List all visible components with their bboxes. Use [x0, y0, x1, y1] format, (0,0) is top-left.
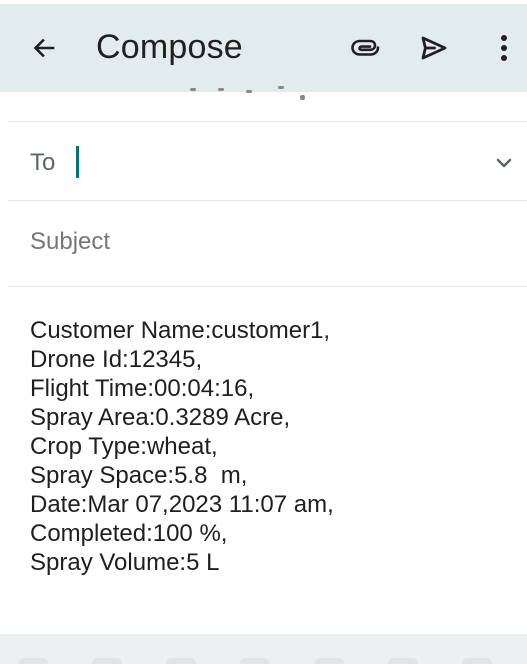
paperclip-icon [351, 39, 380, 56]
message-body[interactable]: Customer Name:customer1, Drone Id:12345,… [0, 287, 527, 634]
body-line-spray-volume: Spray Volume:5 L [30, 549, 220, 576]
message-body-text[interactable]: Customer Name:customer1, Drone Id:12345,… [30, 316, 334, 577]
top-edge [0, 0, 527, 4]
send-button[interactable] [414, 28, 454, 68]
more-vertical-icon [501, 35, 507, 61]
top-app-bar: Compose [0, 0, 527, 92]
more-options-button[interactable] [484, 28, 524, 68]
clipped-header-text [150, 86, 340, 100]
chevron-down-icon [496, 158, 512, 168]
to-input[interactable] [70, 142, 450, 182]
body-line-completed: Completed:100 %, [30, 520, 228, 547]
to-label: To [30, 149, 56, 176]
back-button[interactable] [24, 28, 64, 68]
body-line-flight-time: Flight Time:00:04:16, [30, 375, 255, 402]
recipient-row: To [0, 122, 527, 200]
body-line-drone-id: Drone Id:12345, [30, 346, 203, 373]
bottom-panel-edge [0, 634, 527, 664]
page-title: Compose [96, 28, 243, 66]
text-cursor [76, 146, 79, 178]
compose-screen: Compose To Subject Customer Name:custome… [0, 0, 527, 664]
body-line-spray-space: Spray Space:5.8 m, [30, 462, 248, 489]
send-icon [421, 36, 447, 60]
body-line-customer-name: Customer Name:customer1, [30, 317, 331, 344]
body-line-date: Date:Mar 07,2023 11:07 am, [30, 491, 334, 518]
expand-recipients-button[interactable] [488, 147, 520, 179]
subject-input[interactable]: Subject [30, 227, 110, 257]
back-arrow-icon [33, 38, 55, 58]
bottom-panel-decorations [0, 658, 527, 664]
attach-button[interactable] [346, 28, 386, 68]
body-line-crop-type: Crop Type:wheat, [30, 433, 218, 460]
subject-row: Subject [0, 201, 527, 285]
body-line-spray-area: Spray Area:0.3289 Acre, [30, 404, 291, 431]
